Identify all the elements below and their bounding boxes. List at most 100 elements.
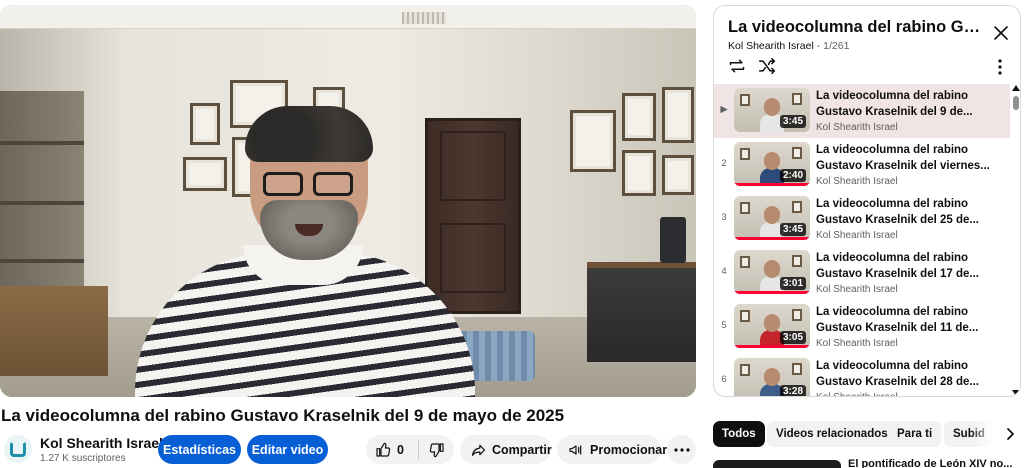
playlist-item[interactable]: ▶ 3:45 La videocolumna del rabino Gustavo K… [714, 84, 1010, 138]
playlist-item-thumbnail[interactable]: 3:01 [734, 250, 810, 294]
playlist-subtitle: Kol Shearith Israel - 1/261 [728, 40, 849, 52]
playlist-item-index: 6 [721, 374, 727, 385]
playlist-scroll-thumb[interactable] [1013, 96, 1019, 110]
playlist-item-duration: 3:45 [779, 223, 806, 236]
shuffle-icon[interactable] [757, 57, 777, 75]
playlist-header: La videocolumna del rabino Gustavo Krase… [714, 6, 1020, 84]
playlist-item-thumbnail[interactable]: 3:28 [734, 358, 810, 396]
playlist-item-channel: Kol Shearith Israel [816, 176, 898, 187]
more-actions-button[interactable] [667, 435, 696, 464]
playlist-item-duration: 2:40 [779, 169, 806, 182]
loop-icon[interactable] [727, 57, 747, 75]
playlist-item-title-line2: Gustavo Kraselnik del 17 de... [816, 268, 979, 280]
like-count: 0 [397, 442, 404, 457]
playlist-item-title-line2: Gustavo Kraselnik del 9 de... [816, 106, 973, 118]
chip-fade [971, 421, 1001, 447]
playlist-item-thumbnail[interactable]: 3:45 [734, 88, 810, 132]
chip-videos-relacionados[interactable]: Videos relacionados [767, 421, 897, 447]
playlist-item-channel: Kol Shearith Israel [816, 284, 898, 295]
playlist-item-title-line1: La videocolumna del rabino [816, 360, 969, 372]
playlist-item-channel: Kol Shearith Israel [816, 392, 898, 396]
promote-label: Promocionar [590, 442, 668, 457]
video-frame-art [662, 87, 694, 143]
playlist-item-thumbnail[interactable]: 2:40 [734, 142, 810, 186]
chevron-right-icon[interactable] [1001, 425, 1019, 443]
playlist-item-index: 2 [721, 158, 727, 169]
filter-chips: Todos Videos relacionados Para ti Subid [713, 421, 1024, 449]
playlist-item-title: La videocolumna del rabino Gustavo Krasel… [816, 304, 996, 336]
video-frame-art [662, 155, 694, 195]
playlist-items: ▶ 3:45 La videocolumna del rabino Gustavo K… [714, 84, 1010, 396]
like-divider [417, 439, 419, 460]
playlist-item-index: 3 [721, 212, 727, 223]
channel-avatar[interactable] [4, 435, 32, 463]
stats-button[interactable]: Estadísticas [158, 435, 241, 464]
playlist-item[interactable]: 2 2:40 La videocolumna del rabino Gustavo K… [714, 138, 1010, 192]
promote-button[interactable]: Promocionar [557, 435, 667, 464]
thumbs-down-icon[interactable] [429, 442, 445, 458]
playlist-item-title-line1: La videocolumna del rabino [816, 90, 969, 102]
playlist-channel[interactable]: Kol Shearith Israel [728, 40, 814, 52]
owner-row: Kol Shearith Israel 1.27 K suscriptores … [0, 432, 700, 468]
video-speaker [135, 106, 475, 397]
share-button[interactable]: Compartir [460, 435, 552, 464]
channel-name[interactable]: Kol Shearith Israel [40, 435, 163, 451]
stats-button-label: Estadísticas [163, 442, 236, 457]
playlist-item-index: ▶ [720, 104, 728, 115]
chip-todos[interactable]: Todos [713, 421, 765, 447]
playlist-item-title-line1: La videocolumna del rabino [816, 252, 969, 264]
playlist-item-duration: 3:28 [779, 385, 806, 396]
playlist-position: 1/261 [823, 40, 850, 52]
playlist-item-title: La videocolumna del rabino Gustavo Krasel… [816, 358, 996, 390]
like-dislike-group: 0 [366, 435, 454, 464]
playlist-item[interactable]: 3 3:45 La videocolumna del rabino Gustavo K… [714, 192, 1010, 246]
playlist-item-title: La videocolumna del rabino Gustavo Krasel… [816, 142, 996, 174]
scroll-down-arrow[interactable] [1012, 390, 1020, 396]
next-video-title[interactable]: El pontificado de León XIV no... [848, 458, 1012, 468]
playlist-separator: - [816, 40, 821, 52]
video-player[interactable] [0, 5, 696, 397]
playlist-item-duration: 3:45 [779, 115, 806, 128]
playlist-item-thumbnail[interactable]: 3:05 [734, 304, 810, 348]
playlist-item[interactable]: 6 3:28 La videocolumna del rabino Gustavo K… [714, 354, 1010, 396]
chip-para-ti[interactable]: Para ti [888, 421, 942, 447]
video-monitor [660, 217, 686, 263]
playlist-item-duration: 3:05 [779, 331, 806, 344]
playlist-item-channel: Kol Shearith Israel [816, 230, 898, 241]
playlist-item-title-line2: Gustavo Kraselnik del 28 de... [816, 376, 979, 388]
playlist-item-channel: Kol Shearith Israel [816, 122, 898, 133]
playlist-item-thumbnail[interactable]: 3:45 [734, 196, 810, 240]
playlist-item[interactable]: 5 3:05 La videocolumna del rabino Gustavo K… [714, 300, 1010, 354]
playlist-panel: La videocolumna del rabino Gustavo Krase… [713, 5, 1021, 397]
playlist-item-index: 4 [721, 266, 727, 277]
playlist-item-title: La videocolumna del rabino Gustavo Krasel… [816, 196, 996, 228]
playlist-item[interactable]: 4 3:01 La videocolumna del rabino Gustavo K… [714, 246, 1010, 300]
edit-video-button[interactable]: Editar video [247, 435, 328, 464]
video-frame-art [622, 93, 656, 141]
share-icon [470, 442, 487, 458]
video-vent [402, 12, 446, 24]
share-label: Compartir [492, 442, 552, 457]
playlist-item-title-line2: Gustavo Kraselnik del 11 de... [816, 322, 979, 334]
playlist-title[interactable]: La videocolumna del rabino Gustavo Krase… [728, 18, 983, 37]
playlist-item-channel: Kol Shearith Israel [816, 338, 898, 349]
edit-video-button-label: Editar video [251, 442, 324, 457]
playlist-item-title-line1: La videocolumna del rabino [816, 198, 969, 210]
video-frame-art [622, 150, 656, 196]
playlist-item-index: 5 [721, 320, 727, 331]
scroll-up-arrow[interactable] [1012, 85, 1020, 91]
close-icon[interactable] [991, 23, 1011, 43]
subscriber-count: 1.27 K suscriptores [40, 453, 126, 464]
more-vertical-icon[interactable] [994, 58, 1006, 76]
video-cabinet-left [0, 286, 108, 376]
playlist-item-title: La videocolumna del rabino Gustavo Krasel… [816, 250, 996, 282]
thumbs-up-icon[interactable] [375, 442, 391, 458]
next-video-thumbnail[interactable] [713, 460, 841, 468]
next-video-item[interactable]: El pontificado de León XIV no... [713, 458, 1024, 468]
playlist-scrollbar[interactable] [1010, 84, 1020, 396]
playlist-item-title-line2: Gustavo Kraselnik del 25 de... [816, 214, 979, 226]
video-ceiling [0, 5, 696, 29]
playlist-item-title-line2: Gustavo Kraselnik del viernes... [816, 160, 990, 172]
playlist-item-title-line1: La videocolumna del rabino [816, 144, 969, 156]
playlist-item-title: La videocolumna del rabino Gustavo Krasel… [816, 88, 996, 120]
